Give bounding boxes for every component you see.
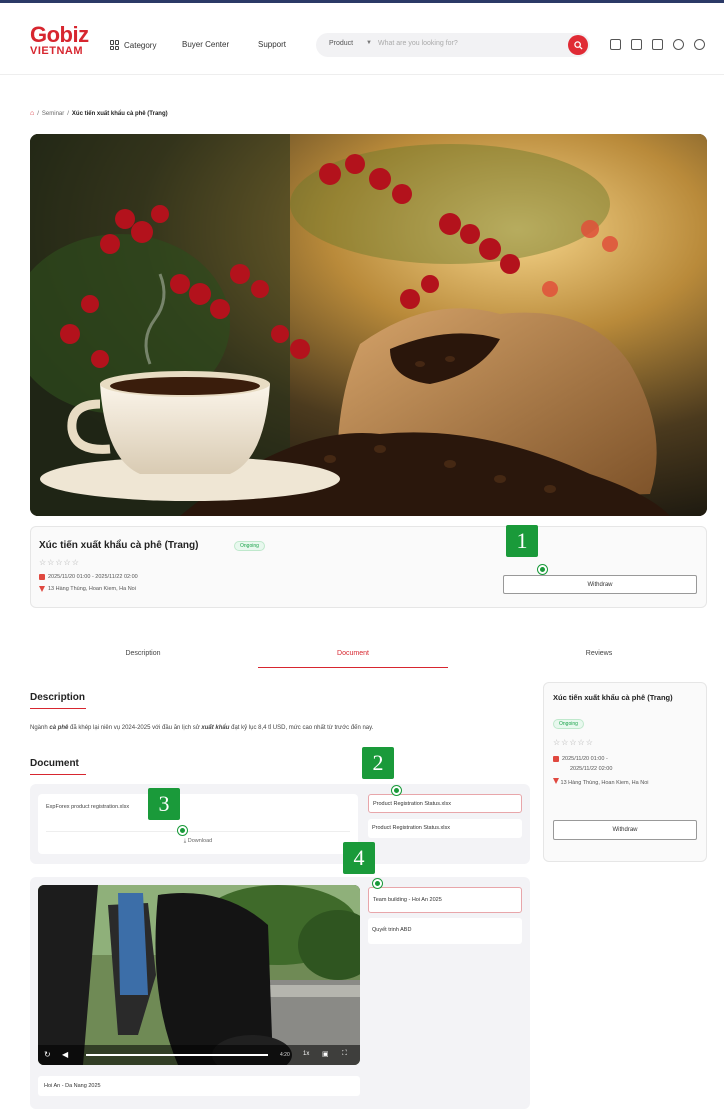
content-tabs: Description Document Reviews — [30, 640, 707, 668]
sidebar-status-badge: Ongoing — [553, 719, 584, 729]
location-pin-icon — [39, 586, 45, 592]
nav-buyer-center[interactable]: Buyer Center — [182, 40, 229, 49]
replay-icon[interactable]: ↻ — [44, 1050, 51, 1059]
gobiz-logo[interactable]: Gobiz VIETNAM — [30, 24, 104, 60]
volume-icon[interactable]: ◀ — [62, 1050, 68, 1059]
document-list-item[interactable]: Product Registration Status.xlsx — [368, 794, 522, 813]
video-panel: ↻ ◀ 4:20 1x ▣ ⛶ Hoi An - Da Nang 2025 Te… — [30, 877, 530, 1109]
annotation-marker-2: 2 — [362, 747, 394, 779]
video-progress-bar[interactable] — [86, 1054, 268, 1056]
event-banner-image — [30, 134, 707, 516]
annotation-dot-1 — [538, 565, 547, 574]
logo-text-bottom: VIETNAM — [30, 45, 83, 57]
nav-category[interactable]: Category — [110, 40, 156, 50]
breadcrumb-current: Xúc tiến xuất khẩu cà phê (Trang) — [71, 110, 168, 117]
logo-text-top: Gobiz — [30, 22, 89, 47]
event-date-text: 2025/11/20 01:00 - 2025/11/22 02:00 — [48, 574, 138, 580]
header-icons — [610, 39, 705, 50]
annotation-dot-2 — [392, 786, 401, 795]
video-player[interactable]: ↻ ◀ 4:20 1x ▣ ⛶ — [38, 885, 360, 1065]
category-grid-icon — [110, 40, 120, 50]
event-date: 2025/11/20 01:00 - 2025/11/22 02:00 — [39, 574, 138, 580]
event-location-text: 13 Hàng Thùng, Hoan Kiem, Ha Noi — [48, 586, 136, 592]
event-title: Xúc tiến xuất khẩu cà phê (Trang) — [39, 540, 199, 551]
nav-category-label: Category — [124, 40, 157, 50]
video-caption: Hoi An - Da Nang 2025 — [38, 1076, 360, 1096]
annotation-marker-4: 4 — [343, 842, 375, 874]
description-text: Ngành cà phê đã khép lại niên vụ 2024-20… — [30, 725, 374, 731]
rating-stars[interactable]: ☆☆☆☆☆ — [39, 558, 80, 567]
event-summary-card: Xúc tiến xuất khẩu cà phê (Trang) Ongoin… — [543, 682, 707, 862]
tab-document[interactable]: Document — [258, 640, 448, 668]
video-time: 4:20 — [280, 1052, 290, 1058]
breadcrumb: ⌂ / Seminar / Xúc tiến xuất khẩu cà phê … — [30, 110, 168, 117]
status-badge: Ongoing — [234, 541, 265, 551]
breadcrumb-parent[interactable]: Seminar — [42, 111, 64, 117]
sidebar-event-title: Xúc tiến xuất khẩu cà phê (Trang) — [553, 693, 673, 702]
document-list-item[interactable]: Product Registration Status.xlsx — [368, 819, 522, 838]
document-heading: Document — [30, 758, 86, 775]
pip-icon[interactable]: ▣ — [322, 1050, 329, 1058]
sidebar-location-text: 13 Hàng Thùng, Hoan Kiem, Ha Noi — [560, 780, 649, 786]
calendar-icon — [39, 574, 45, 580]
sidebar-date-start: 2025/11/20 01:00 - — [562, 756, 608, 762]
playback-speed[interactable]: 1x — [303, 1051, 309, 1057]
video-controls: ↻ ◀ 4:20 1x ▣ ⛶ — [38, 1045, 360, 1065]
sidebar-event-location: 13 Hàng Thùng, Hoan Kiem, Ha Noi — [553, 778, 698, 787]
download-icon: ⤓ — [183, 838, 187, 844]
annotation-dot-3 — [178, 826, 187, 835]
site-header: Gobiz VIETNAM Category Buyer Center Supp… — [0, 3, 724, 75]
sidebar-event-date: 2025/11/20 01:00 - — [553, 756, 608, 762]
sidebar-withdraw-button[interactable]: Withdraw — [553, 820, 697, 840]
event-location: 13 Hàng Thùng, Hoan Kiem, Ha Noi — [39, 586, 136, 592]
document-file-name: ExpForex product registration.xlsx — [46, 804, 130, 810]
message-icon[interactable] — [610, 39, 621, 50]
search-button[interactable] — [568, 35, 588, 55]
tab-description[interactable]: Description — [48, 640, 238, 668]
download-label: Download — [187, 838, 213, 844]
description-heading: Description — [30, 692, 86, 709]
annotation-dot-4 — [373, 879, 382, 888]
search-input[interactable]: What are you looking for? — [378, 40, 458, 47]
grid-icon[interactable] — [631, 39, 642, 50]
video-list-item[interactable]: Team building - Hoi An 2025 — [368, 887, 522, 913]
heart-icon[interactable] — [673, 39, 684, 50]
chevron-down-icon: ▼ — [366, 40, 372, 46]
search-bar[interactable]: Product ▼ What are you looking for? — [316, 33, 590, 57]
nav-support[interactable]: Support — [258, 40, 286, 49]
fullscreen-icon[interactable]: ⛶ — [342, 1050, 347, 1058]
sidebar-rating-stars[interactable]: ☆☆☆☆☆ — [553, 738, 594, 747]
tab-reviews[interactable]: Reviews — [504, 640, 694, 668]
sidebar-date-end: 2025/11/22 02:00 — [570, 766, 613, 772]
download-button[interactable]: ⤓ Download — [38, 838, 358, 845]
search-scope-select[interactable]: Product — [329, 40, 353, 47]
event-info-card: Xúc tiến xuất khẩu cà phê (Trang) Ongoin… — [30, 526, 707, 608]
search-icon — [573, 40, 583, 50]
withdraw-button[interactable]: Withdraw — [503, 575, 697, 594]
user-icon[interactable] — [694, 39, 705, 50]
video-list-item[interactable]: Quyết trinh ABD — [368, 918, 522, 944]
annotation-marker-3: 3 — [148, 788, 180, 820]
document-preview: ExpForex product registration.xlsx ⤓ Dow… — [38, 794, 358, 854]
document-icon[interactable] — [652, 39, 663, 50]
annotation-marker-1: 1 — [506, 525, 538, 557]
home-icon[interactable]: ⌂ — [30, 110, 34, 117]
calendar-icon — [553, 756, 559, 762]
document-panel: ExpForex product registration.xlsx ⤓ Dow… — [30, 784, 530, 864]
location-pin-icon — [553, 778, 559, 784]
